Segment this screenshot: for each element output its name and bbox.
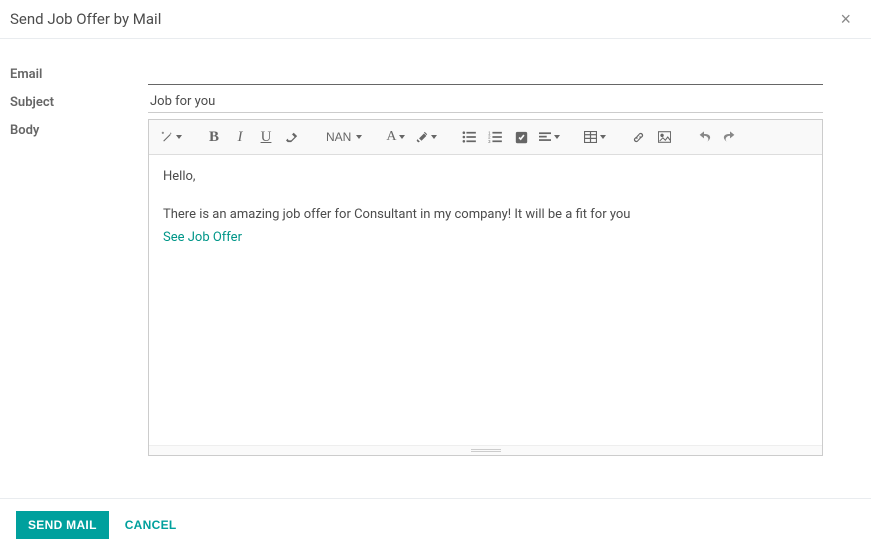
underline-button[interactable]: U bbox=[254, 124, 278, 150]
unordered-list-button[interactable] bbox=[457, 124, 481, 150]
email-input[interactable] bbox=[148, 63, 823, 85]
subject-label: Subject bbox=[10, 91, 148, 110]
modal-title: Send Job Offer by Mail bbox=[10, 10, 161, 28]
forecolor-dropdown[interactable]: A bbox=[382, 124, 409, 150]
image-button[interactable] bbox=[652, 124, 676, 150]
send-mail-button[interactable]: SEND MAIL bbox=[16, 511, 109, 539]
editor-toolbar: B I U NAN A bbox=[149, 120, 822, 155]
style-dropdown[interactable] bbox=[157, 124, 186, 150]
body-label: Body bbox=[10, 119, 148, 138]
check-square-icon bbox=[515, 131, 528, 144]
editor-resize-handle[interactable] bbox=[149, 445, 822, 455]
table-dropdown[interactable] bbox=[580, 124, 610, 150]
redo-button[interactable] bbox=[718, 124, 742, 150]
subject-row: Subject bbox=[10, 91, 823, 113]
subject-input[interactable] bbox=[148, 91, 823, 113]
redo-icon bbox=[723, 131, 737, 144]
backcolor-dropdown[interactable] bbox=[411, 124, 441, 150]
list-ul-icon bbox=[462, 131, 476, 143]
italic-button[interactable]: I bbox=[228, 124, 252, 150]
modal-footer: SEND MAIL CANCEL bbox=[0, 498, 871, 551]
editor-content[interactable]: Hello, There is an amazing job offer for… bbox=[149, 155, 822, 445]
table-icon bbox=[584, 131, 597, 143]
link-button[interactable] bbox=[626, 124, 650, 150]
image-icon bbox=[658, 131, 671, 143]
undo-icon bbox=[697, 131, 711, 144]
align-dropdown[interactable] bbox=[535, 124, 564, 150]
body-line-1: There is an amazing job offer for Consul… bbox=[163, 205, 808, 225]
ordered-list-button[interactable]: 123 bbox=[483, 124, 507, 150]
bold-button[interactable]: B bbox=[202, 124, 226, 150]
close-button[interactable]: × bbox=[836, 10, 855, 28]
rich-text-editor: B I U NAN A bbox=[148, 119, 823, 456]
email-label: Email bbox=[10, 63, 148, 82]
see-job-offer-link[interactable]: See Job Offer bbox=[163, 230, 242, 245]
fontsize-dropdown[interactable]: NAN bbox=[320, 124, 366, 150]
body-greeting: Hello, bbox=[163, 167, 808, 187]
modal-header: Send Job Offer by Mail × bbox=[0, 0, 871, 39]
fontsize-label: NAN bbox=[324, 130, 353, 144]
link-icon bbox=[632, 131, 645, 144]
checklist-button[interactable] bbox=[509, 124, 533, 150]
close-icon: × bbox=[840, 9, 851, 29]
align-left-icon bbox=[539, 132, 551, 143]
svg-text:3: 3 bbox=[489, 139, 492, 143]
undo-button[interactable] bbox=[692, 124, 716, 150]
grip-icon bbox=[471, 449, 501, 452]
email-row: Email bbox=[10, 63, 823, 85]
modal-body: Email Subject Body B I U bbox=[0, 39, 871, 472]
magic-icon bbox=[161, 131, 173, 143]
highlighter-icon bbox=[415, 131, 428, 144]
body-row: Body B I U NAN bbox=[10, 119, 823, 456]
remove-format-button[interactable] bbox=[280, 124, 304, 150]
list-ol-icon: 123 bbox=[488, 131, 502, 143]
cancel-button[interactable]: CANCEL bbox=[121, 511, 181, 539]
eraser-icon bbox=[285, 131, 299, 143]
